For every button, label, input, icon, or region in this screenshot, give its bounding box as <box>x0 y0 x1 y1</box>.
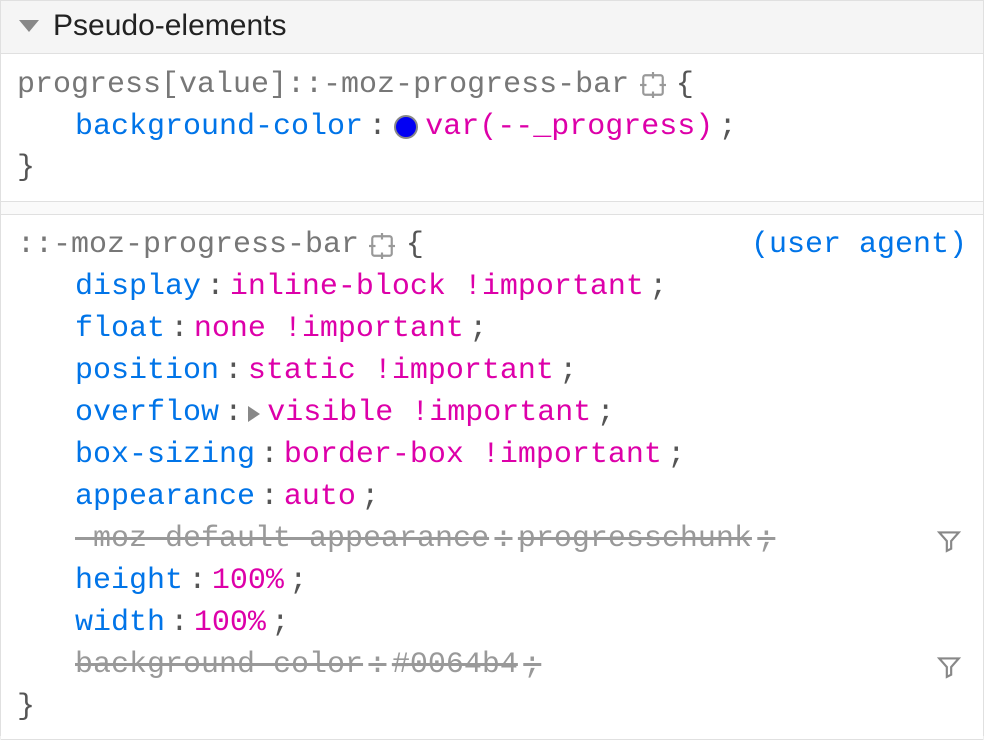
css-declaration[interactable]: width: 100%; <box>17 603 967 645</box>
css-declaration[interactable]: overflow: visible !important; <box>17 393 967 435</box>
semicolon: ; <box>597 393 615 434</box>
css-declaration[interactable]: background-color: var(--_progress); <box>17 106 967 148</box>
section-title: Pseudo-elements <box>53 9 286 43</box>
highlight-elements-icon[interactable] <box>368 232 396 260</box>
property-name[interactable]: width <box>75 603 165 644</box>
property-name[interactable]: height <box>75 561 183 602</box>
property-value[interactable]: inline-block !important <box>230 267 644 308</box>
expand-shorthand-icon[interactable] <box>248 406 260 422</box>
colon: : <box>260 477 278 518</box>
property-name[interactable]: -moz-default-appearance <box>75 519 489 560</box>
property-value[interactable]: border-box !important <box>284 435 662 476</box>
css-declaration[interactable]: -moz-default-appearance: progresschunk; <box>17 519 967 561</box>
css-rule: ::-moz-progress-bar {(user agent)display… <box>1 214 983 740</box>
property-value[interactable]: #0064b4 <box>392 645 518 686</box>
property-value[interactable]: progresschunk <box>518 519 752 560</box>
property-name[interactable]: background-color <box>75 107 363 148</box>
css-declaration[interactable]: height: 100%; <box>17 561 967 603</box>
semicolon: ; <box>559 351 577 392</box>
colon: : <box>170 309 188 350</box>
css-declaration[interactable]: appearance: auto; <box>17 477 967 519</box>
color-swatch-icon[interactable] <box>394 115 418 139</box>
colon: : <box>224 351 242 392</box>
colon: : <box>368 645 386 686</box>
css-declaration[interactable]: float: none !important; <box>17 309 967 351</box>
close-brace: } <box>17 151 35 185</box>
colon: : <box>260 435 278 476</box>
styles-panel: Pseudo-elements progress[value]::-moz-pr… <box>0 0 984 736</box>
semicolon: ; <box>271 603 289 644</box>
disclosure-triangle-icon[interactable] <box>19 20 39 32</box>
property-value[interactable]: static !important <box>248 351 554 392</box>
semicolon: ; <box>757 519 775 560</box>
property-name[interactable]: float <box>75 309 165 350</box>
semicolon: ; <box>361 477 379 518</box>
semicolon: ; <box>719 107 737 148</box>
stylesheet-source-label[interactable]: (user agent) <box>751 225 967 266</box>
property-value[interactable]: visible !important <box>267 393 591 434</box>
pseudo-elements-header[interactable]: Pseudo-elements <box>1 0 983 54</box>
semicolon: ; <box>289 561 307 602</box>
css-declaration[interactable]: display: inline-block !important; <box>17 267 967 309</box>
colon: : <box>368 107 386 148</box>
semicolon: ; <box>523 645 541 686</box>
filter-icon[interactable] <box>935 526 963 554</box>
property-name[interactable]: overflow <box>75 393 219 434</box>
open-brace: { <box>406 225 424 266</box>
semicolon: ; <box>469 309 487 350</box>
selector-text[interactable]: ::-moz-progress-bar <box>17 225 359 266</box>
semicolon: ; <box>667 435 685 476</box>
css-rule: progress[value]::-moz-progress-bar {back… <box>1 54 983 202</box>
colon: : <box>206 267 224 308</box>
highlight-elements-icon[interactable] <box>639 71 667 99</box>
property-value[interactable]: none !important <box>194 309 464 350</box>
property-name[interactable]: appearance <box>75 477 255 518</box>
filter-icon[interactable] <box>935 652 963 680</box>
open-brace: { <box>676 65 694 106</box>
property-name[interactable]: position <box>75 351 219 392</box>
selector-line[interactable]: ::-moz-progress-bar { (user agent) <box>17 225 967 267</box>
close-brace: } <box>17 690 35 724</box>
property-value[interactable]: 100% <box>194 603 266 644</box>
property-value[interactable]: 100% <box>212 561 284 602</box>
css-declaration[interactable]: background-color: #0064b4; <box>17 645 967 687</box>
colon: : <box>224 393 242 434</box>
property-value[interactable]: auto <box>284 477 356 518</box>
colon: : <box>170 603 188 644</box>
colon: : <box>188 561 206 602</box>
property-name[interactable]: box-sizing <box>75 435 255 476</box>
property-value[interactable]: var(--_progress) <box>425 107 713 148</box>
property-name[interactable]: background-color <box>75 645 363 686</box>
semicolon: ; <box>649 267 667 308</box>
selector-line[interactable]: progress[value]::-moz-progress-bar { <box>17 64 967 106</box>
selector-text[interactable]: progress[value]::-moz-progress-bar <box>17 65 629 106</box>
css-declaration[interactable]: box-sizing: border-box !important; <box>17 435 967 477</box>
colon: : <box>494 519 512 560</box>
css-declaration[interactable]: position: static !important; <box>17 351 967 393</box>
property-name[interactable]: display <box>75 267 201 308</box>
